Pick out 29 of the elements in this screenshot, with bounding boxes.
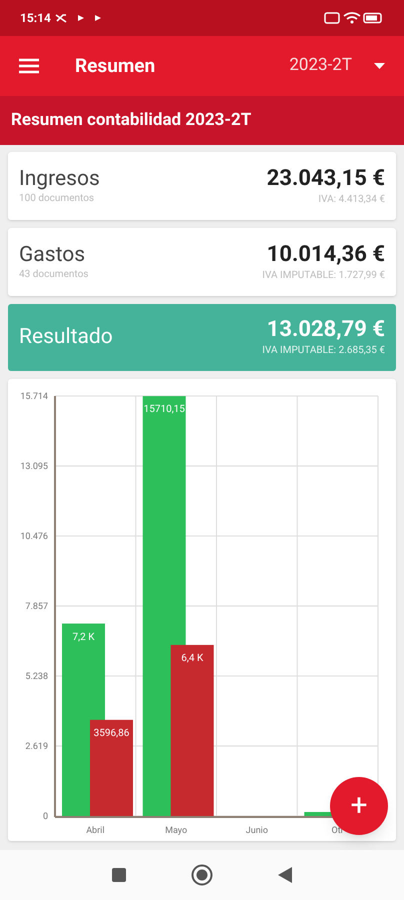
- document-count: 100 documentos: [19, 192, 96, 206]
- status-time: 15:14: [20, 10, 51, 27]
- tax-amount: IVA IMPUTABLE: 1.727,99 €: [262, 268, 385, 282]
- y-tick-label: 5.238: [25, 672, 48, 682]
- bar-value-label: 6,4 K: [180, 652, 204, 665]
- tax-amount: IVA IMPUTABLE: 2.685,35 €: [262, 344, 385, 358]
- y-tick-label: 10.476: [20, 532, 48, 542]
- summary-amount: 13.028,79 €: [266, 317, 385, 343]
- x-tick-label: Junio: [246, 826, 268, 836]
- summary-amount: 10.014,36 €: [266, 242, 385, 268]
- x-tick-label: Mayo: [165, 826, 188, 836]
- summary-amount: 23.043,15 €: [266, 166, 385, 192]
- summary-label: Ingresos: [19, 166, 100, 190]
- bar-value-label: 15710,15: [143, 404, 186, 416]
- summary-label: Resultado: [19, 324, 113, 351]
- x-tick-label: Abril: [86, 826, 105, 836]
- y-tick-label: 7.857: [25, 602, 48, 612]
- bar-value-label: 7,2 K: [72, 632, 96, 644]
- period-dropdown[interactable]: 2023-2T: [289, 53, 385, 79]
- bar-value-label: 3596,86: [92, 728, 130, 740]
- y-tick-label: 13.095: [20, 462, 48, 472]
- subtitle: Resumen contabilidad 2023-2T: [11, 108, 252, 132]
- document-count: 43 documentos: [19, 268, 88, 282]
- y-tick-label: 15.714: [20, 392, 48, 402]
- summary-label: Gastos: [19, 242, 86, 266]
- tax-amount: IVA: 4.413,34 €: [318, 192, 385, 206]
- y-tick-label: 0: [42, 812, 48, 822]
- y-tick-label: 2.619: [25, 742, 48, 752]
- screen-title: Resumen: [75, 52, 156, 79]
